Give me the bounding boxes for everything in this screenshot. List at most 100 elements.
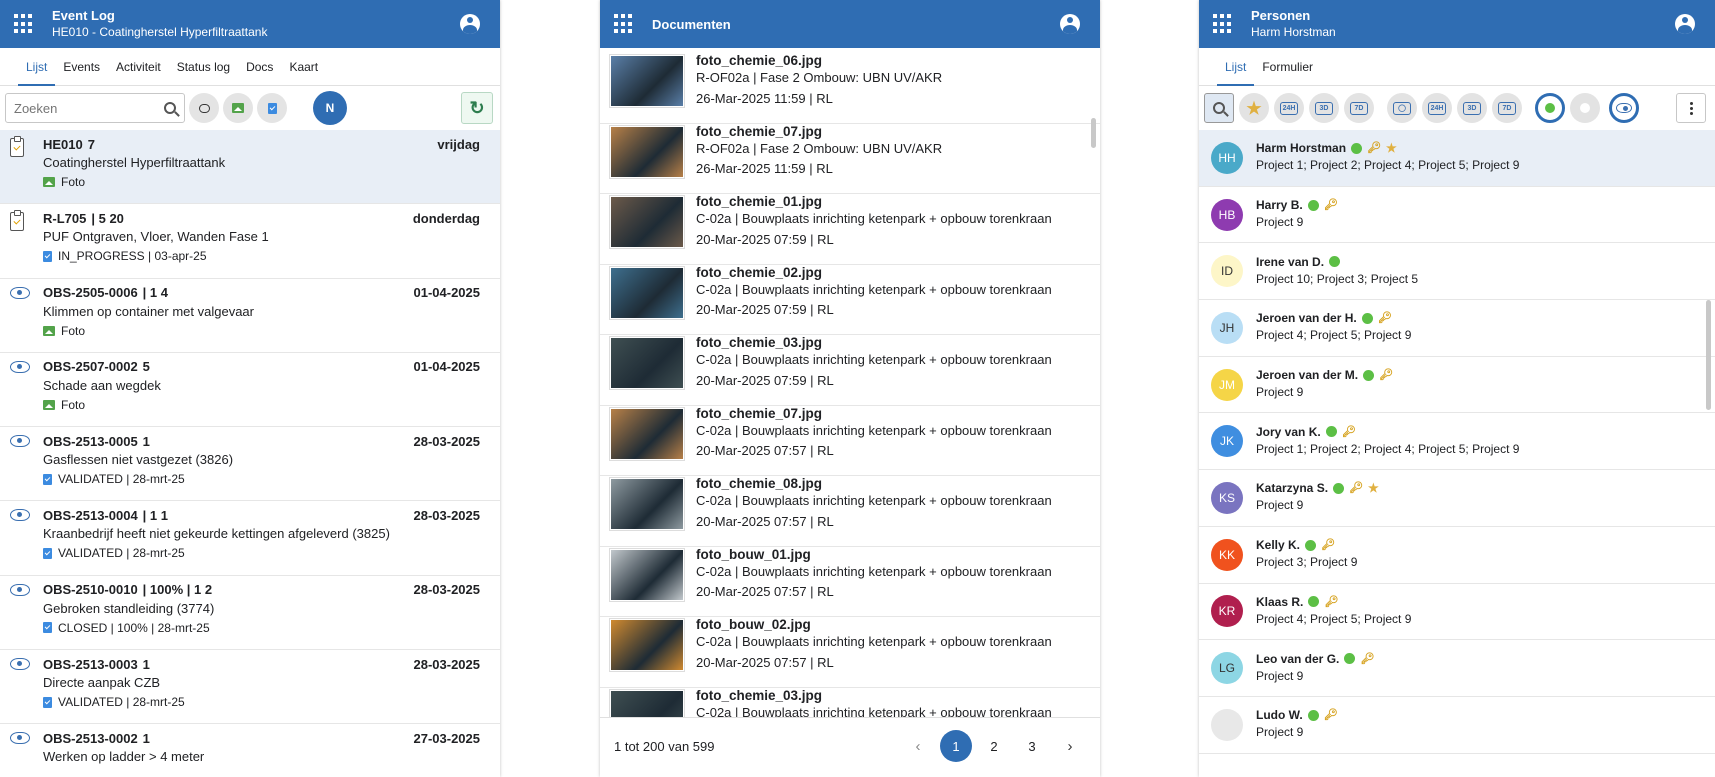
photo-3d-button[interactable]: 3D	[1457, 93, 1487, 123]
comments-filter-button[interactable]	[189, 93, 219, 123]
document-row[interactable]: foto_chemie_07.jpg R-OF02a | Fase 2 Ombou…	[600, 124, 1100, 194]
event-meta: | 1 4	[142, 285, 168, 301]
tab-status-log[interactable]: Status log	[169, 48, 238, 86]
document-thumbnail[interactable]	[609, 547, 685, 602]
event-row[interactable]: OBS-2505-0006 | 1 4 01-04-2025 Klimmen op c…	[0, 279, 500, 353]
person-row[interactable]: LG Leo van der G. 🔑︎ Project 9	[1199, 640, 1715, 697]
person-row[interactable]: ID Irene van D. Project 10; Project 3; Pro…	[1199, 243, 1715, 301]
comments-7d-button[interactable]: 7D	[1344, 93, 1374, 123]
tab-docs[interactable]: Docs	[238, 48, 281, 86]
document-list[interactable]: foto_chemie_06.jpg R-OF02a | Fase 2 Ombou…	[600, 48, 1100, 718]
event-row[interactable]: HE010 7 vrijdag Coatingherstel Hyperfiltraa…	[0, 130, 500, 205]
document-row[interactable]: foto_chemie_03.jpg C-02a | Bouwplaats inr…	[600, 688, 1100, 717]
online-status-icon	[1308, 596, 1320, 608]
document-row[interactable]: foto_chemie_07.jpg C-02a | Bouwplaats inr…	[600, 406, 1100, 476]
account-icon[interactable]	[1675, 14, 1695, 34]
more-options-button[interactable]	[1676, 93, 1706, 123]
page-3-button[interactable]: 3	[1016, 730, 1048, 762]
document-row[interactable]: foto_chemie_01.jpg C-02a | Bouwplaats inr…	[600, 194, 1100, 265]
document-thumbnail[interactable]	[609, 54, 685, 108]
document-thumbnail[interactable]	[609, 124, 685, 179]
user-filter-button[interactable]: N	[313, 91, 347, 125]
tab-formulier[interactable]: Formulier	[1254, 48, 1321, 86]
event-row[interactable]: R-L705 | 5 20 donderdag PUF Ontgraven, Vloe…	[0, 204, 500, 279]
event-row[interactable]: OBS-2513-0003 1 28-03-2025 Directe aanpak C…	[0, 650, 500, 725]
document-thumbnail[interactable]	[609, 265, 685, 320]
tab-lijst[interactable]: Lijst	[18, 48, 56, 86]
photo-filter-button[interactable]	[223, 93, 253, 123]
person-row[interactable]: HB Harry B. 🔑︎ Project 9	[1199, 187, 1715, 244]
document-thumbnail[interactable]	[609, 195, 685, 249]
person-row[interactable]: JM Jeroen van der M. 🔑︎ Project 9	[1199, 357, 1715, 414]
apps-grid-icon[interactable]	[1213, 14, 1233, 34]
document-context: C-02a | Bouwplaats inrichting ketenpark …	[696, 211, 1052, 226]
person-row[interactable]: JK Jory van K. 🔑︎ Project 1; Project 2; Pro…	[1199, 413, 1715, 471]
offline-dot-icon	[1580, 103, 1590, 113]
tab-activiteit[interactable]: Activiteit	[108, 48, 169, 86]
document-row[interactable]: foto_chemie_03.jpg C-02a | Bouwplaats inr…	[600, 335, 1100, 406]
person-row[interactable]: KS Katarzyna S. 🔑︎ ★ Project 9	[1199, 470, 1715, 527]
offline-filter-button[interactable]	[1570, 93, 1600, 123]
page-2-button[interactable]: 2	[978, 730, 1010, 762]
person-row[interactable]: KK Kelly K. 🔑︎ Project 3; Project 9	[1199, 527, 1715, 584]
avatar: HH	[1211, 141, 1243, 174]
event-row[interactable]: OBS-2513-0005 1 28-03-2025 Gasflessen niet …	[0, 427, 500, 502]
search-input[interactable]	[14, 100, 154, 116]
event-status: IN_PROGRESS | 03-apr-25	[58, 249, 207, 264]
document-row[interactable]: foto_bouw_01.jpg C-02a | Bouwplaats inric…	[600, 547, 1100, 617]
document-row[interactable]: foto_bouw_02.jpg C-02a | Bouwplaats inric…	[600, 617, 1100, 688]
page-1-button[interactable]: 1	[940, 730, 972, 762]
scrollbar[interactable]	[1091, 118, 1096, 148]
document-row[interactable]: foto_chemie_02.jpg C-02a | Bouwplaats inr…	[600, 265, 1100, 335]
apps-grid-icon[interactable]	[614, 14, 634, 34]
favorites-filter-button[interactable]: ★	[1239, 93, 1269, 123]
event-row[interactable]: OBS-2510-0010 | 100% | 1 2 28-03-2025 Gebro…	[0, 576, 500, 651]
document-thumbnail[interactable]	[609, 477, 685, 531]
key-icon: 🔑︎	[1377, 312, 1392, 325]
document-thumbnail[interactable]	[609, 618, 685, 672]
person-list[interactable]: HH Harm Horstman 🔑︎ ★ Project 1; Project 2; …	[1199, 130, 1715, 771]
event-row[interactable]: OBS-2513-0004 | 1 1 28-03-2025 Kraanbedrijf…	[0, 501, 500, 576]
document-thumbnail[interactable]	[609, 406, 685, 461]
event-meta: | 100% | 1 2	[142, 582, 213, 598]
comments-24h-button[interactable]: 24H	[1274, 93, 1304, 123]
search-icon[interactable]	[164, 102, 176, 114]
document-timestamp: 20-Mar-2025 07:57 | RL	[696, 654, 834, 670]
person-row[interactable]: KR Klaas R. 🔑︎ Project 4; Project 5; Projec…	[1199, 584, 1715, 641]
document-row[interactable]: foto_chemie_06.jpg R-OF02a | Fase 2 Ombou…	[600, 53, 1100, 124]
person-row[interactable]: HH Harm Horstman 🔑︎ ★ Project 1; Project 2; …	[1199, 130, 1715, 187]
apps-grid-icon[interactable]	[14, 14, 34, 34]
account-icon[interactable]	[460, 14, 480, 34]
key-icon: 🔑︎	[1379, 369, 1394, 382]
tab-events[interactable]: Events	[55, 48, 108, 86]
visibility-filter-button[interactable]	[1609, 93, 1639, 123]
document-thumbnail[interactable]	[609, 688, 685, 717]
document-row[interactable]: foto_chemie_08.jpg C-02a | Bouwplaats inr…	[600, 476, 1100, 547]
task-filter-button[interactable]	[257, 93, 287, 123]
account-icon[interactable]	[1060, 14, 1080, 34]
tab-kaart[interactable]: Kaart	[281, 48, 326, 86]
person-row[interactable]: Ludo W. 🔑︎ Project 9	[1199, 697, 1715, 754]
document-thumbnail[interactable]	[609, 336, 685, 390]
next-page-button[interactable]: ›	[1054, 730, 1086, 762]
event-row[interactable]: OBS-2513-0002 1 27-03-2025 Werken op ladder…	[0, 724, 500, 771]
scrollbar[interactable]	[1706, 300, 1711, 410]
person-row[interactable]: JH Jeroen van der H. 🔑︎ Project 4; Project …	[1199, 300, 1715, 357]
event-list[interactable]: HE010 7 vrijdag Coatingherstel Hyperfiltraa…	[0, 130, 500, 771]
person-name: Kelly K.	[1256, 538, 1301, 553]
prev-page-button[interactable]: ‹	[902, 730, 934, 762]
event-row[interactable]: OBS-2507-0002 5 01-04-2025 Schade aan wegde…	[0, 353, 500, 428]
search-box[interactable]	[5, 93, 185, 123]
document-context: C-02a | Bouwplaats inrichting ketenpark …	[696, 563, 1052, 579]
online-filter-button[interactable]	[1535, 93, 1565, 123]
search-toggle-button[interactable]	[1204, 93, 1234, 123]
refresh-button[interactable]: ↻	[461, 92, 493, 124]
event-date: 01-04-2025	[413, 359, 481, 375]
camera-filter-button[interactable]: ◯	[1387, 93, 1417, 123]
tab-lijst[interactable]: Lijst	[1217, 48, 1255, 86]
comments-3d-button[interactable]: 3D	[1309, 93, 1339, 123]
photo-24h-button[interactable]: 24H	[1422, 93, 1452, 123]
photo-7d-button[interactable]: 7D	[1492, 93, 1522, 123]
persons-appbar: Personen Harm Horstman	[1199, 0, 1715, 48]
refresh-icon: ↻	[469, 97, 485, 118]
